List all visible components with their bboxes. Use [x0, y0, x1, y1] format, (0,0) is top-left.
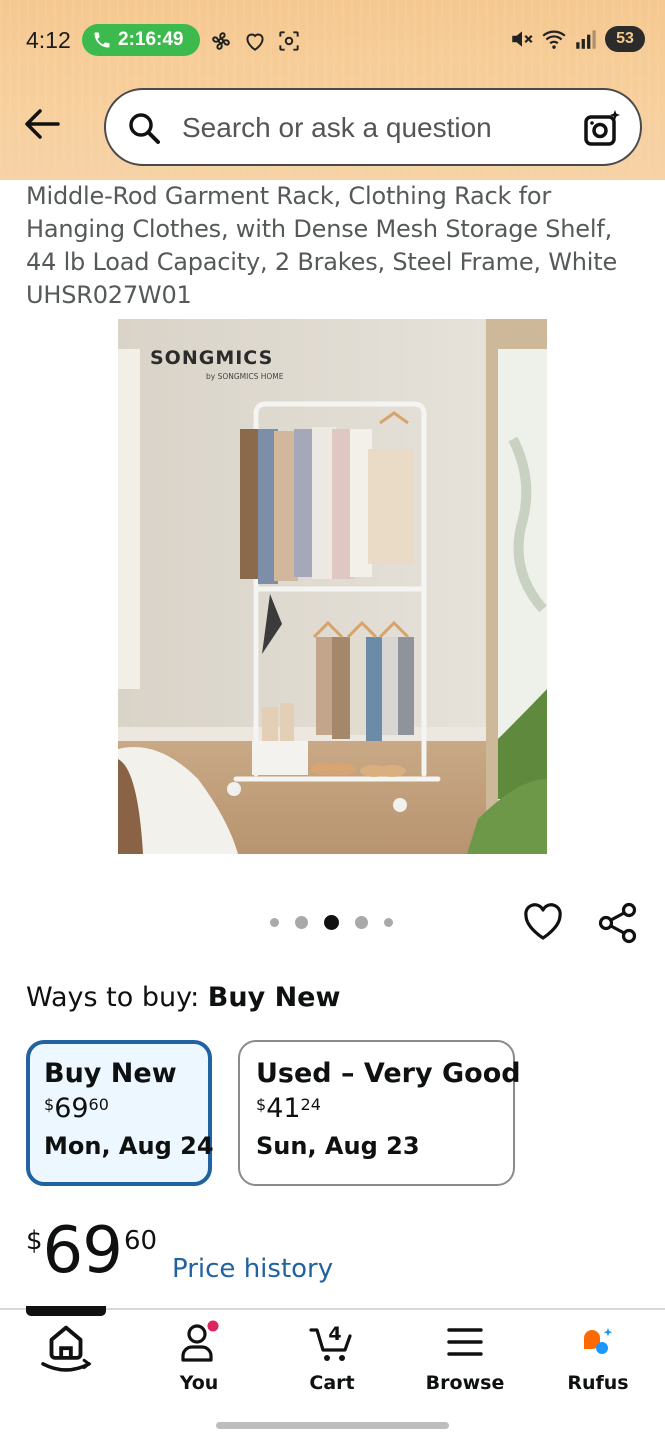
nav-you[interactable]: You: [139, 1318, 259, 1394]
offer-price: $6960: [44, 1093, 109, 1124]
active-tab-indicator: [26, 1306, 106, 1316]
offer-delivery-date: Sun, Aug 23: [256, 1132, 420, 1160]
signal-icon: [576, 30, 596, 49]
screenshot-icon: [279, 31, 299, 51]
camera-search-icon[interactable]: [582, 108, 622, 148]
offer-card-buy-new[interactable]: Buy New $6960 Mon, Aug 24: [26, 1040, 214, 1186]
garment-rack-photo: SONGMICS by SONGMICS HOME: [118, 319, 547, 854]
wishlist-heart-icon[interactable]: [521, 900, 565, 944]
offer-price: $4124: [256, 1093, 321, 1124]
nav-rufus[interactable]: Rufus: [538, 1318, 658, 1394]
search-bar[interactable]: Search or ask a question: [104, 88, 642, 166]
status-time: 4:12: [26, 27, 71, 53]
nav-label-browse: Browse: [425, 1372, 505, 1394]
product-title: Middle-Rod Garment Rack, Clothing Rack f…: [26, 182, 618, 309]
search-input[interactable]: Search or ask a question: [182, 112, 492, 144]
offer-name: Used – Very Good: [256, 1058, 521, 1089]
product-price: $ 69 60: [26, 1216, 157, 1286]
nav-cart[interactable]: 4 Cart: [272, 1318, 392, 1394]
nav-home[interactable]: [6, 1318, 126, 1376]
fan-icon: [212, 32, 230, 50]
mute-icon: [512, 31, 533, 47]
menu-icon: [447, 1328, 483, 1356]
phone-icon: [94, 32, 110, 48]
ways-to-buy-label: Ways to buy:: [26, 982, 208, 1013]
offer-name: Buy New: [44, 1058, 177, 1089]
nav-browse[interactable]: Browse: [405, 1318, 525, 1394]
system-gesture-bar[interactable]: [216, 1422, 449, 1429]
nav-label-you: You: [179, 1372, 219, 1394]
status-bar: 4:12 2:16:49 53: [0, 0, 665, 80]
wifi-icon: [542, 30, 566, 49]
person-icon: [181, 1320, 219, 1362]
search-icon: [129, 113, 160, 144]
ways-to-buy-selected: Buy New: [207, 982, 341, 1013]
offer-delivery-date: Mon, Aug 24: [44, 1132, 214, 1160]
price-history-link[interactable]: Price history: [172, 1254, 333, 1284]
cart-count-badge: 4: [328, 1323, 341, 1345]
call-duration: 2:16:49: [118, 29, 184, 50]
rufus-icon: [584, 1328, 613, 1354]
nav-label-cart: Cart: [309, 1372, 355, 1394]
price-whole: 69: [42, 1214, 123, 1288]
nav-label-rufus: Rufus: [567, 1372, 629, 1394]
product-image[interactable]: SONGMICS by SONGMICS HOME: [118, 319, 547, 854]
back-arrow-icon[interactable]: [22, 106, 62, 142]
carousel-dots: [262, 915, 401, 930]
home-icon: [41, 1325, 92, 1372]
carousel-dot-active[interactable]: [324, 915, 339, 930]
battery-indicator: 53: [605, 26, 645, 52]
carousel-dot[interactable]: [355, 916, 368, 929]
carousel-dot[interactable]: [270, 918, 279, 927]
heart-outline-status-icon: [246, 33, 264, 51]
carousel-dot[interactable]: [384, 918, 393, 927]
share-icon[interactable]: [597, 902, 639, 944]
offer-card-used-very-good[interactable]: Used – Very Good $4124 Sun, Aug 23: [238, 1040, 521, 1186]
price-fraction: 60: [123, 1226, 158, 1256]
ways-to-buy-heading: Ways to buy: Buy New: [26, 982, 340, 1013]
image-brand-logo: SONGMICS: [150, 347, 273, 369]
cart-icon: 4: [309, 1323, 352, 1361]
ongoing-call-pill[interactable]: 2:16:49: [82, 24, 200, 56]
price-currency: $: [26, 1226, 43, 1256]
carousel-dot[interactable]: [295, 916, 308, 929]
image-brand-sub: by SONGMICS HOME: [206, 372, 284, 381]
